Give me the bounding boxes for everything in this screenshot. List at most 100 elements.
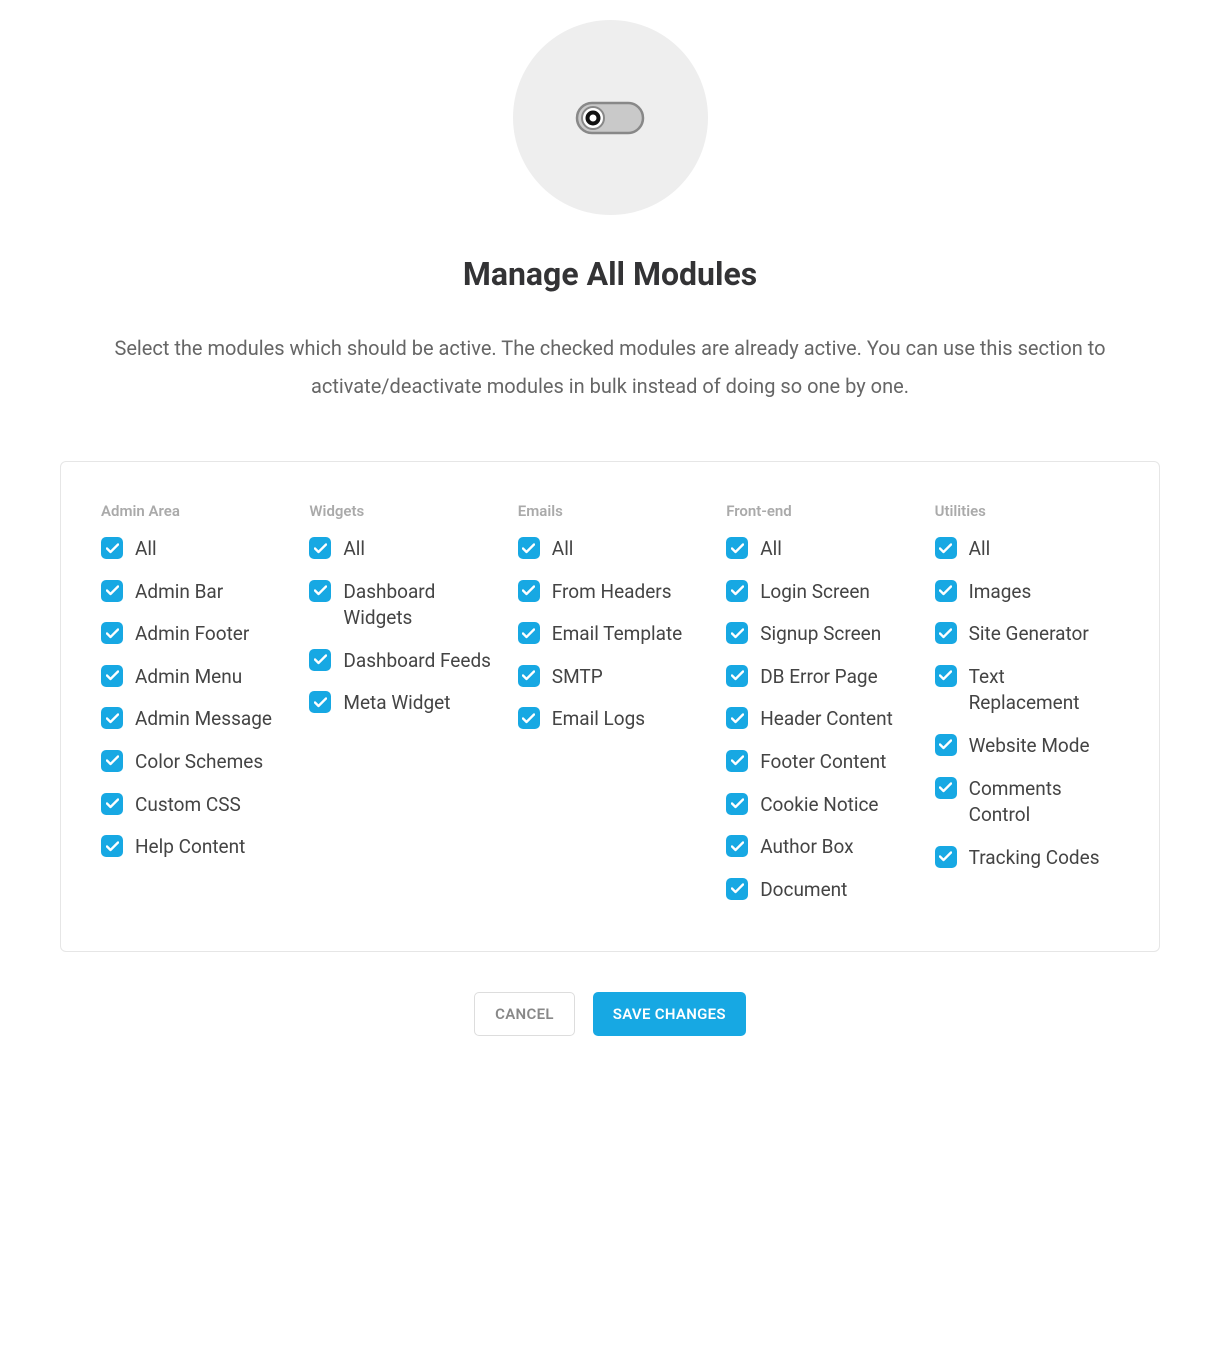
check-icon	[731, 883, 744, 894]
module-entry-front-end-author-box[interactable]: Author Box	[726, 834, 910, 861]
checkbox[interactable]	[309, 580, 331, 602]
checkbox[interactable]	[726, 793, 748, 815]
checkbox[interactable]	[309, 537, 331, 559]
module-entry-admin-area-help-content[interactable]: Help Content	[101, 834, 285, 861]
module-entry-widgets-dashboard-feeds[interactable]: Dashboard Feeds	[309, 648, 493, 675]
module-label: Dashboard Widgets	[343, 579, 493, 632]
module-entry-front-end-footer-content[interactable]: Footer Content	[726, 749, 910, 776]
module-entry-admin-area-color-schemes[interactable]: Color Schemes	[101, 749, 285, 776]
module-entry-utilities-website-mode[interactable]: Website Mode	[935, 733, 1119, 760]
module-label: Header Content	[760, 706, 893, 733]
check-icon	[314, 585, 327, 596]
module-entry-utilities-text-replacement[interactable]: Text Replacement	[935, 664, 1119, 717]
module-entry-utilities-all[interactable]: All	[935, 536, 1119, 563]
module-entry-front-end-document[interactable]: Document	[726, 877, 910, 904]
module-entry-utilities-comments-control[interactable]: Comments Control	[935, 776, 1119, 829]
checkbox[interactable]	[726, 622, 748, 644]
toggle-icon	[575, 101, 645, 135]
module-entry-widgets-all[interactable]: All	[309, 536, 493, 563]
module-label: Admin Message	[135, 706, 272, 733]
module-entry-admin-area-admin-menu[interactable]: Admin Menu	[101, 664, 285, 691]
checkbox[interactable]	[935, 846, 957, 868]
module-entry-admin-area-admin-message[interactable]: Admin Message	[101, 706, 285, 733]
checkbox[interactable]	[101, 580, 123, 602]
module-entry-front-end-header-content[interactable]: Header Content	[726, 706, 910, 733]
column-header: Front-end	[726, 502, 910, 520]
module-entry-emails-email-template[interactable]: Email Template	[518, 621, 702, 648]
check-icon	[939, 585, 952, 596]
checkbox[interactable]	[726, 878, 748, 900]
module-entry-front-end-login-screen[interactable]: Login Screen	[726, 579, 910, 606]
checkbox[interactable]	[101, 622, 123, 644]
checkbox[interactable]	[101, 835, 123, 857]
check-icon	[939, 628, 952, 639]
checkbox[interactable]	[101, 537, 123, 559]
check-icon	[106, 713, 119, 724]
check-icon	[939, 543, 952, 554]
checkbox[interactable]	[518, 665, 540, 687]
checkbox[interactable]	[935, 580, 957, 602]
check-icon	[731, 628, 744, 639]
module-entry-front-end-db-error-page[interactable]: DB Error Page	[726, 664, 910, 691]
module-entry-widgets-meta-widget[interactable]: Meta Widget	[309, 690, 493, 717]
checkbox[interactable]	[726, 537, 748, 559]
module-entry-admin-area-admin-bar[interactable]: Admin Bar	[101, 579, 285, 606]
cancel-button[interactable]: CANCEL	[474, 992, 575, 1036]
checkbox[interactable]	[935, 622, 957, 644]
module-entry-admin-area-admin-footer[interactable]: Admin Footer	[101, 621, 285, 648]
checkbox[interactable]	[101, 665, 123, 687]
checkbox[interactable]	[101, 793, 123, 815]
check-icon	[106, 543, 119, 554]
check-icon	[106, 798, 119, 809]
checkbox[interactable]	[518, 707, 540, 729]
module-label: All	[135, 536, 157, 563]
checkbox[interactable]	[518, 537, 540, 559]
module-label: Footer Content	[760, 749, 886, 776]
checkbox[interactable]	[309, 649, 331, 671]
checkbox[interactable]	[101, 707, 123, 729]
module-label: Comments Control	[969, 776, 1119, 829]
module-entry-emails-email-logs[interactable]: Email Logs	[518, 706, 702, 733]
module-entry-front-end-signup-screen[interactable]: Signup Screen	[726, 621, 910, 648]
save-button[interactable]: SAVE CHANGES	[593, 992, 746, 1036]
checkbox[interactable]	[935, 665, 957, 687]
check-icon	[939, 670, 952, 681]
check-icon	[939, 782, 952, 793]
check-icon	[522, 585, 535, 596]
check-icon	[939, 851, 952, 862]
checkbox[interactable]	[726, 707, 748, 729]
checkbox[interactable]	[309, 691, 331, 713]
module-label: Tracking Codes	[969, 845, 1100, 872]
module-column-widgets: WidgetsAllDashboard WidgetsDashboard Fee…	[309, 502, 493, 919]
actions-row: CANCEL SAVE CHANGES	[60, 992, 1160, 1036]
check-icon	[731, 755, 744, 766]
module-label: Signup Screen	[760, 621, 881, 648]
module-entry-utilities-tracking-codes[interactable]: Tracking Codes	[935, 845, 1119, 872]
module-entry-admin-area-all[interactable]: All	[101, 536, 285, 563]
checkbox[interactable]	[726, 580, 748, 602]
module-entry-emails-all[interactable]: All	[518, 536, 702, 563]
checkbox[interactable]	[518, 580, 540, 602]
module-label: Author Box	[760, 834, 853, 861]
checkbox[interactable]	[935, 734, 957, 756]
module-label: SMTP	[552, 664, 603, 691]
module-label: Cookie Notice	[760, 792, 878, 819]
module-entry-utilities-images[interactable]: Images	[935, 579, 1119, 606]
checkbox[interactable]	[101, 750, 123, 772]
module-entry-utilities-site-generator[interactable]: Site Generator	[935, 621, 1119, 648]
check-icon	[314, 543, 327, 554]
module-entry-widgets-dashboard-widgets[interactable]: Dashboard Widgets	[309, 579, 493, 632]
module-column-utilities: UtilitiesAllImagesSite GeneratorText Rep…	[935, 502, 1119, 919]
checkbox[interactable]	[518, 622, 540, 644]
checkbox[interactable]	[726, 665, 748, 687]
module-entry-emails-smtp[interactable]: SMTP	[518, 664, 702, 691]
checkbox[interactable]	[935, 777, 957, 799]
checkbox[interactable]	[726, 835, 748, 857]
module-entry-front-end-all[interactable]: All	[726, 536, 910, 563]
module-entry-emails-from-headers[interactable]: From Headers	[518, 579, 702, 606]
checkbox[interactable]	[726, 750, 748, 772]
module-entry-admin-area-custom-css[interactable]: Custom CSS	[101, 792, 285, 819]
module-entry-front-end-cookie-notice[interactable]: Cookie Notice	[726, 792, 910, 819]
check-icon	[731, 798, 744, 809]
checkbox[interactable]	[935, 537, 957, 559]
